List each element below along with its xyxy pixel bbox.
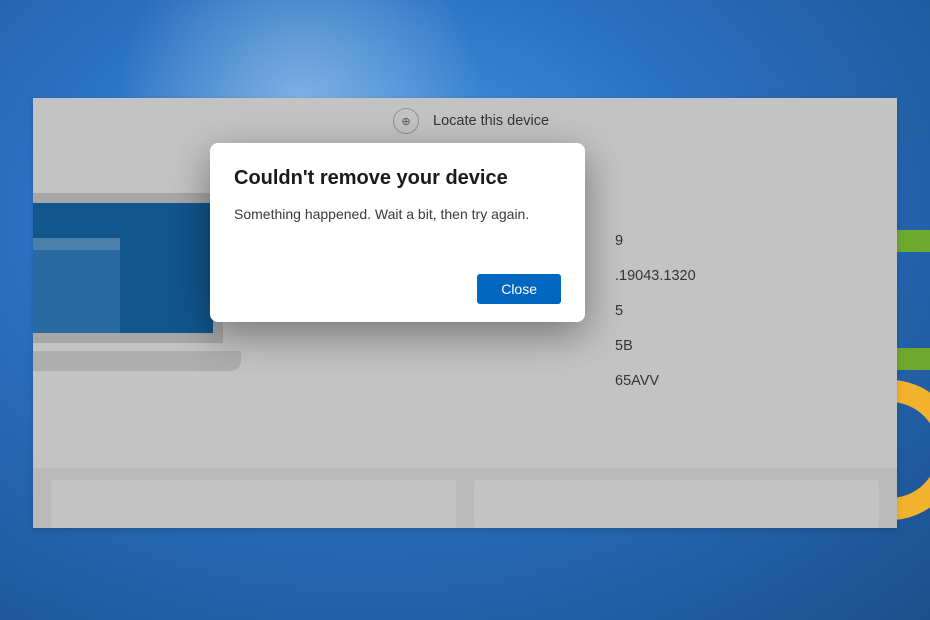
dialog-body: Something happened. Wait a bit, then try… <box>234 206 561 222</box>
error-dialog: Couldn't remove your device Something ha… <box>210 143 585 322</box>
close-button[interactable]: Close <box>477 274 561 304</box>
dialog-footer: Close <box>234 274 561 304</box>
settings-window: ⊕ Locate this device Name 9 .19043.1320 … <box>33 98 897 528</box>
dialog-title: Couldn't remove your device <box>234 167 561 190</box>
